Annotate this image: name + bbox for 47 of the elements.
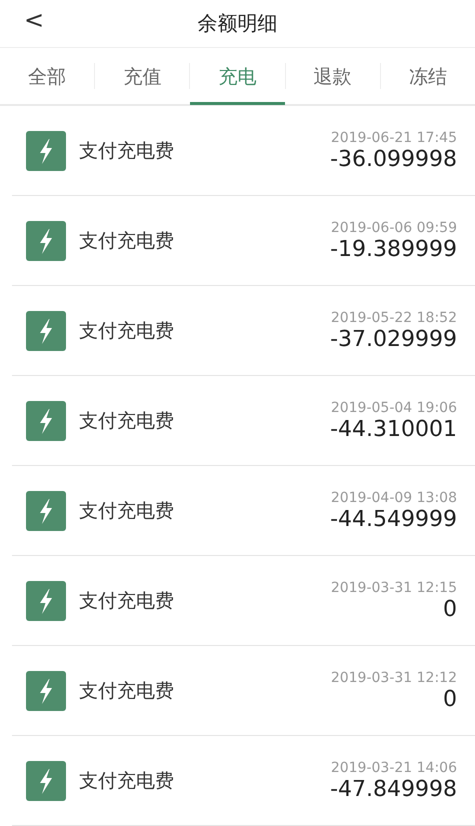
- lightning-icon: [26, 130, 66, 170]
- record-title: 支付充电费: [79, 678, 175, 704]
- record-row[interactable]: 支付充电费 2019-05-22 18:52 -37.029999: [12, 286, 475, 376]
- record-row[interactable]: 支付充电费 2019-03-31 12:12 0: [12, 646, 475, 736]
- record-amount: -37.029999: [330, 326, 457, 352]
- record-amount: -44.310001: [330, 416, 457, 442]
- record-amount: -47.849998: [330, 776, 457, 802]
- lightning-icon: [26, 760, 66, 800]
- record-time: 2019-03-31 12:12: [330, 670, 457, 686]
- record-row[interactable]: 支付充电费 2019-03-21 14:06 -47.849998: [12, 736, 475, 826]
- record-title: 支付充电费: [79, 138, 175, 164]
- record-time: 2019-05-04 19:06: [330, 400, 457, 416]
- lightning-icon: [26, 400, 66, 440]
- record-title: 支付充电费: [79, 498, 175, 524]
- record-amount: 0: [443, 686, 457, 712]
- record-amount: -19.389999: [330, 236, 457, 262]
- tab[interactable]: 退款: [286, 49, 380, 105]
- record-time: 2019-06-06 09:59: [330, 220, 457, 236]
- record-row[interactable]: 支付充电费 2019-03-31 12:15 0: [12, 556, 475, 646]
- record-time: 2019-06-21 17:45: [330, 130, 457, 146]
- record-amount: 0: [443, 596, 457, 622]
- tab[interactable]: 全部: [0, 49, 94, 105]
- record-time: 2019-03-31 12:15: [330, 580, 457, 596]
- record-title: 支付充电费: [79, 588, 175, 614]
- tab[interactable]: 充值: [95, 49, 190, 105]
- lightning-icon: [26, 220, 66, 260]
- record-time: 2019-04-09 13:08: [330, 490, 457, 506]
- record-row[interactable]: 支付充电费 2019-04-09 13:08 -44.549999: [12, 466, 475, 556]
- lightning-icon: [26, 670, 66, 710]
- lightning-icon: [26, 580, 66, 620]
- record-amount: -36.099998: [330, 146, 457, 172]
- record-time: 2019-05-22 18:52: [330, 310, 457, 326]
- lightning-icon: [26, 490, 66, 530]
- record-title: 支付充电费: [79, 768, 175, 794]
- record-title: 支付充电费: [79, 318, 175, 344]
- tab[interactable]: 充电: [190, 49, 285, 105]
- record-row[interactable]: 支付充电费 2019-06-06 09:59 -19.389999: [12, 196, 475, 286]
- back-button[interactable]: <: [18, 6, 50, 34]
- record-row[interactable]: 支付充电费 2019-05-04 19:06 -44.310001: [12, 376, 475, 466]
- record-amount: -44.549999: [330, 506, 457, 532]
- page-title: 余额明细: [198, 10, 278, 37]
- lightning-icon: [26, 310, 66, 350]
- record-row[interactable]: 支付充电费 2019-06-21 17:45 -36.099998: [12, 106, 475, 196]
- record-title: 支付充电费: [79, 408, 175, 434]
- record-title: 支付充电费: [79, 228, 175, 254]
- record-time: 2019-03-21 14:06: [330, 760, 457, 776]
- tab[interactable]: 冻结: [380, 49, 475, 105]
